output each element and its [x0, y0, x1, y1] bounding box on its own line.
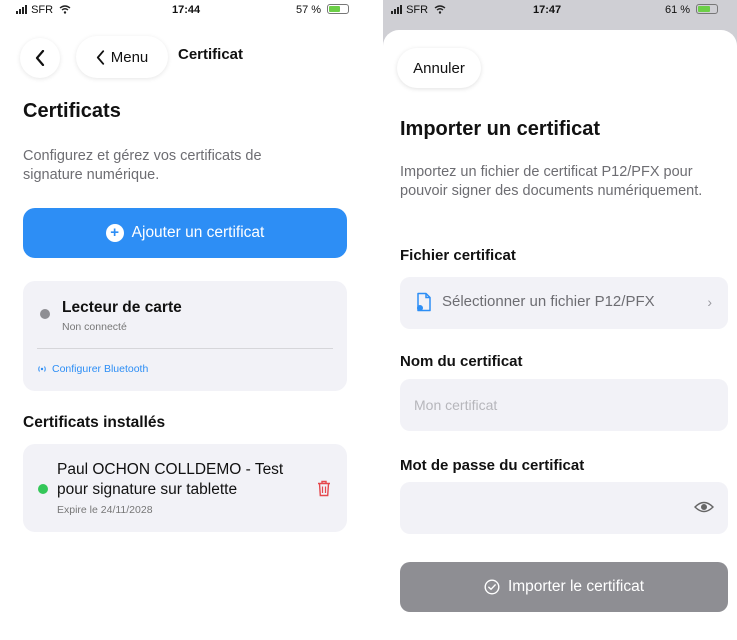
add-certificate-button[interactable]: + Ajouter un certificat	[23, 208, 347, 258]
carrier-indicator: SFR	[16, 4, 71, 16]
trash-icon[interactable]	[317, 480, 331, 497]
certificate-name-input[interactable]: Mon certificat	[400, 379, 728, 431]
status-bar: SFR 17:44 57 %	[8, 0, 364, 20]
sheet-description: Importez un fichier de certificat P12/PF…	[400, 164, 703, 199]
import-certificate-button[interactable]: Importer le certificat	[400, 562, 728, 612]
battery-icon	[327, 4, 350, 14]
battery-percent: 57 %	[296, 4, 322, 16]
sheet-title: Importer un certificat	[400, 118, 601, 140]
certificates-screen: SFR 17:44 57 % Menu Certificat Certifica…	[8, 0, 364, 640]
add-certificate-label: Ajouter un certificat	[131, 224, 265, 241]
carrier-indicator: SFR	[391, 4, 446, 16]
signal-icon	[391, 5, 403, 14]
signal-icon	[16, 5, 28, 14]
configure-bluetooth-link[interactable]: Configurer Bluetooth	[37, 363, 148, 375]
menu-back-button[interactable]: Menu	[76, 36, 168, 78]
import-certificate-label: Importer le certificat	[507, 578, 645, 595]
nav-title: Certificat	[178, 46, 244, 63]
configure-bluetooth-label: Configurer Bluetooth	[52, 363, 149, 375]
certificate-name-placeholder: Mon certificat	[414, 397, 498, 413]
chevron-right-icon: ›	[707, 294, 712, 310]
import-sheet: Annuler Importer un certificat Importez …	[383, 30, 737, 640]
battery-percent: 61 %	[665, 4, 691, 16]
eye-icon[interactable]	[694, 500, 714, 514]
certificate-name: Paul OCHON COLLDEMO - Test pour signatur…	[57, 461, 284, 498]
bluetooth-icon	[38, 366, 46, 372]
status-bar: SFR 17:47 61 %	[383, 0, 737, 20]
name-label: Nom du certificat	[400, 353, 523, 370]
import-certificate-screen: SFR 17:47 61 % Annuler Importer un certi…	[383, 0, 737, 640]
wifi-icon	[434, 5, 446, 14]
certificate-item[interactable]: Paul OCHON COLLDEMO - Test pour signatur…	[23, 444, 347, 532]
reader-status-dot	[40, 309, 50, 319]
battery-indicator: 57 %	[296, 4, 350, 16]
battery-indicator: 61 %	[665, 4, 719, 16]
cancel-button[interactable]: Annuler	[397, 48, 481, 88]
password-input[interactable]	[400, 482, 728, 534]
back-button[interactable]	[20, 38, 60, 78]
file-icon	[417, 292, 431, 312]
carrier-name: SFR	[406, 4, 429, 16]
carrier-name: SFR	[31, 4, 54, 16]
checkmark-circle-icon	[484, 579, 500, 595]
menu-label: Menu	[110, 48, 149, 66]
page-description: Configurez et gérez vos certificats de s…	[23, 148, 262, 183]
file-label: Fichier certificat	[400, 247, 516, 264]
password-label: Mot de passe du certificat	[400, 457, 585, 474]
file-select-label: Sélectionner un fichier P12/PFX	[442, 293, 655, 310]
certificate-expiry: Expire le 24/11/2028	[57, 504, 153, 516]
status-time: 17:44	[172, 4, 201, 16]
back-chevron-icon	[96, 49, 104, 65]
page-title: Certificats	[23, 100, 121, 122]
reader-title: Lecteur de carte	[62, 299, 182, 316]
wifi-icon	[59, 5, 71, 14]
plus-circle-icon: +	[105, 224, 124, 242]
certificate-status-dot	[38, 484, 48, 494]
card-reader-card: Lecteur de carte Non connecté Configurer…	[23, 281, 347, 391]
file-select-field[interactable]: Sélectionner un fichier P12/PFX ›	[400, 277, 728, 329]
battery-icon	[696, 4, 719, 14]
installed-certificates-title: Certificats installés	[23, 414, 166, 431]
status-time: 17:47	[533, 4, 562, 16]
back-chevron-icon	[35, 50, 45, 66]
divider	[37, 348, 333, 349]
reader-status: Non connecté	[62, 321, 127, 333]
